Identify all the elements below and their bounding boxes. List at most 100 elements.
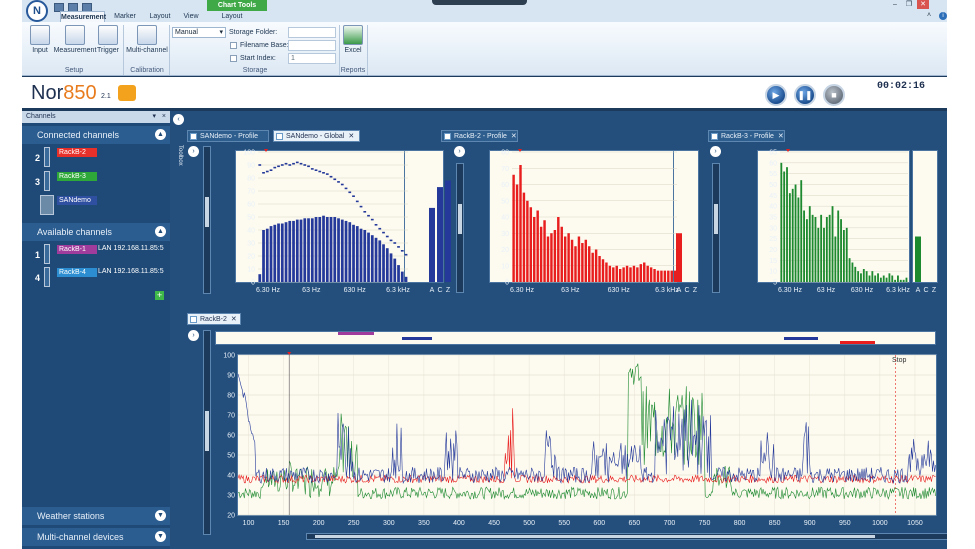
max-marker <box>299 162 303 165</box>
bar <box>557 217 560 282</box>
bar <box>526 200 529 282</box>
max-marker <box>318 170 322 173</box>
max-marker <box>258 164 262 166</box>
max-marker <box>385 235 389 238</box>
bar <box>670 270 673 282</box>
bar <box>877 273 879 282</box>
bar <box>329 217 333 282</box>
y-tick-label: 65 <box>769 150 777 157</box>
max-marker <box>389 239 393 242</box>
bar <box>322 215 325 282</box>
bar <box>560 226 563 282</box>
bar <box>533 217 536 282</box>
bar <box>902 279 905 282</box>
max-marker <box>367 214 370 217</box>
max-marker <box>374 224 378 226</box>
bar <box>646 265 649 282</box>
x-tick-label: 250 <box>348 520 360 527</box>
bar <box>897 275 899 282</box>
bar <box>400 271 404 282</box>
bar <box>871 271 874 282</box>
bar <box>788 193 791 282</box>
bar <box>660 270 663 282</box>
bar <box>643 262 646 282</box>
y-tick-label: 40 <box>227 473 235 480</box>
max-marker <box>344 187 348 190</box>
x-tick-label: 630 Hz <box>608 287 631 294</box>
bar <box>529 207 533 282</box>
x-tick-label: 550 <box>558 520 570 527</box>
x-tick-label: 630 Hz <box>851 287 874 294</box>
max-marker <box>265 170 269 173</box>
y-tick-label: 80 <box>247 176 255 183</box>
bar <box>636 267 639 282</box>
y-tick-label: 70 <box>247 189 255 196</box>
y-tick-label: 20 <box>247 254 255 261</box>
bar <box>834 236 837 282</box>
bar <box>515 184 519 282</box>
bar <box>284 222 288 282</box>
max-marker <box>329 175 333 178</box>
y-tick-label: 20 <box>769 247 777 254</box>
bar <box>656 270 660 282</box>
bar <box>868 275 871 282</box>
bar <box>860 273 862 282</box>
bar <box>825 217 828 282</box>
bar <box>303 218 307 282</box>
bar <box>888 273 891 282</box>
y-tick-label: 5 <box>773 280 777 287</box>
bar <box>570 239 574 282</box>
bar <box>382 244 385 282</box>
y-tick-label: 20 <box>227 513 235 520</box>
y-tick-label: 15 <box>769 258 777 265</box>
bar <box>831 206 834 282</box>
max-marker <box>370 218 374 221</box>
bar <box>258 274 262 282</box>
x-tick-label: 6.30 Hz <box>778 287 803 294</box>
max-marker <box>325 173 329 175</box>
y-tick-label: 45 <box>769 193 777 200</box>
bar <box>783 171 786 282</box>
bar <box>265 228 269 282</box>
y-tick-label: 0 <box>251 280 255 287</box>
bar <box>370 235 374 282</box>
bar <box>851 262 854 282</box>
y-tick-label: 80 <box>227 393 235 400</box>
event-marker <box>784 337 818 340</box>
app-window: N Measurement Marker Layout View Chart T… <box>22 0 947 549</box>
bar <box>512 174 515 282</box>
bar <box>269 226 273 282</box>
bar <box>882 275 885 282</box>
bar <box>543 220 546 282</box>
bar <box>325 217 329 282</box>
x-tick-label: 400 <box>453 520 465 527</box>
abc-bar <box>437 187 443 282</box>
bar <box>845 227 848 282</box>
bar <box>280 223 284 282</box>
bar <box>854 266 857 282</box>
bar <box>574 246 577 282</box>
bar <box>842 230 845 282</box>
bar <box>653 269 656 282</box>
cursor-marker-icon <box>264 149 268 152</box>
max-marker <box>400 250 404 252</box>
bar <box>378 240 382 282</box>
x-tick-label: 900 <box>804 520 816 527</box>
bar <box>363 230 367 282</box>
bar <box>598 256 601 282</box>
x-tick-label: 950 <box>839 520 851 527</box>
abc-bar <box>445 180 451 282</box>
y-tick-label: 50 <box>227 453 235 460</box>
y-tick-label: 30 <box>501 231 509 238</box>
max-marker <box>378 227 382 230</box>
bar <box>352 224 355 282</box>
bar <box>539 226 543 282</box>
bar <box>355 226 359 282</box>
abc-label: Z <box>932 287 937 294</box>
max-marker <box>363 211 367 213</box>
bar <box>667 270 670 282</box>
bar <box>367 232 370 282</box>
y-tick-label: 80 <box>501 150 509 157</box>
bar <box>262 230 265 282</box>
max-marker <box>280 164 284 166</box>
